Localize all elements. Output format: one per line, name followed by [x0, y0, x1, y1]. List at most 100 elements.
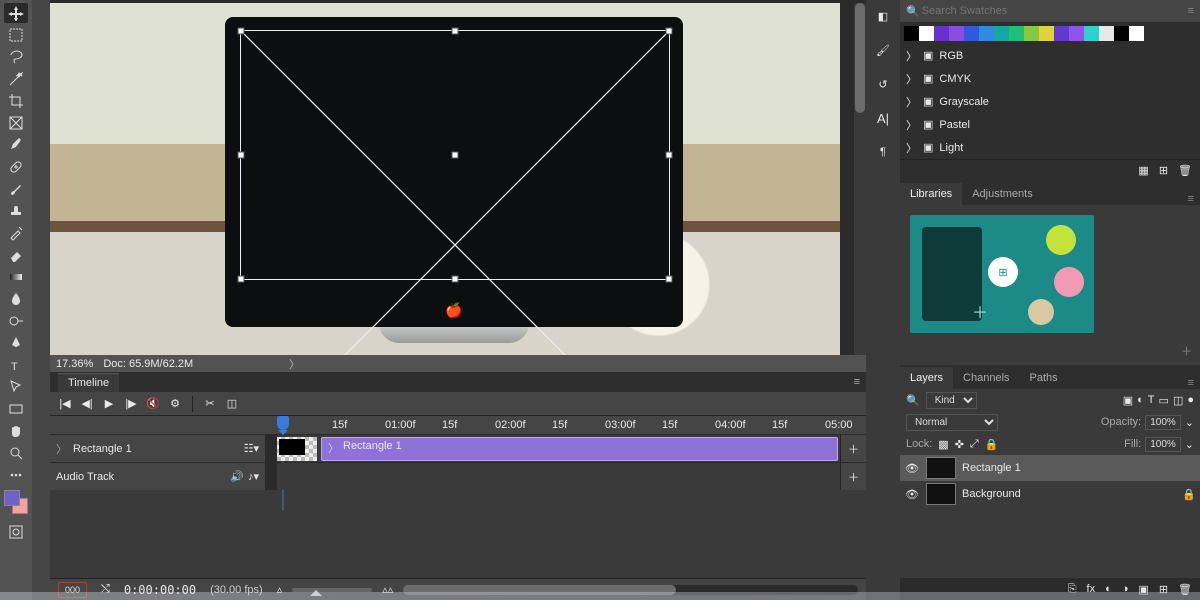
- swatch-chip[interactable]: [919, 26, 934, 41]
- tab-layers[interactable]: Layers: [900, 367, 953, 389]
- visibility-toggle[interactable]: 👁: [904, 462, 920, 475]
- swatch-chip[interactable]: [994, 26, 1009, 41]
- swatch-chip[interactable]: [1039, 26, 1054, 41]
- doc-size[interactable]: Doc: 65.9M/62.2M: [103, 358, 193, 370]
- swatch-chip[interactable]: [1009, 26, 1024, 41]
- layer-filter-kind[interactable]: Kind: [926, 392, 977, 409]
- more-tools[interactable]: [4, 465, 28, 485]
- timeline-settings-button[interactable]: ⚙: [166, 395, 184, 413]
- transform-handle[interactable]: [238, 276, 245, 283]
- color-wells[interactable]: [4, 490, 28, 514]
- canvas-vertical-scrollbar[interactable]: [854, 3, 866, 355]
- pen-tool[interactable]: [4, 333, 28, 353]
- add-video-track-button[interactable]: ＋: [840, 435, 866, 462]
- tab-channels[interactable]: Channels: [953, 367, 1019, 389]
- swatch-chip[interactable]: [979, 26, 994, 41]
- tab-adjustments[interactable]: Adjustments: [962, 183, 1043, 205]
- swatch-chip[interactable]: [904, 26, 919, 41]
- wand-tool[interactable]: [4, 69, 28, 89]
- video-track-header[interactable]: 〉 Rectangle 1 ☷▾: [50, 435, 265, 462]
- libraries-thumbnail[interactable]: ⊞ ＋: [910, 215, 1094, 333]
- swatch-folder-item[interactable]: 〉▣RGB: [900, 44, 1200, 67]
- tab-libraries[interactable]: Libraries: [900, 183, 962, 205]
- eraser-tool[interactable]: [4, 245, 28, 265]
- swatch-chip[interactable]: [1099, 26, 1114, 41]
- timeline-tab[interactable]: Timeline: [58, 373, 119, 392]
- brushes-panel-icon[interactable]: 🖌: [873, 40, 893, 60]
- add-audio-track-button[interactable]: ＋: [840, 463, 866, 490]
- dodge-tool[interactable]: [4, 311, 28, 331]
- crop-tool[interactable]: [4, 91, 28, 111]
- opacity-value[interactable]: 100%: [1145, 415, 1181, 430]
- add-to-library-icon[interactable]: ＋: [900, 343, 1200, 359]
- type-tool[interactable]: T: [4, 355, 28, 375]
- swatch-chip[interactable]: [1054, 26, 1069, 41]
- zoom-tool[interactable]: [4, 443, 28, 463]
- audio-track-header[interactable]: Audio Track 🔊 ♪▾: [50, 463, 265, 490]
- rectangle-tool[interactable]: [4, 399, 28, 419]
- fill-value[interactable]: 100%: [1145, 437, 1181, 452]
- foreground-color-well[interactable]: [4, 490, 20, 506]
- eyedropper-tool[interactable]: [4, 135, 28, 155]
- lock-artboard-icon[interactable]: ⤢: [970, 438, 979, 451]
- lasso-tool[interactable]: [4, 47, 28, 67]
- prev-frame-button[interactable]: ◀|: [78, 395, 96, 413]
- swatch-chip[interactable]: [1114, 26, 1129, 41]
- filter-shape-icon[interactable]: ▭: [1159, 394, 1169, 407]
- swatch-chip[interactable]: [1069, 26, 1084, 41]
- video-track-lane[interactable]: 〉 Rectangle 1: [277, 435, 840, 462]
- transform-handle[interactable]: [238, 28, 245, 35]
- folder-icon[interactable]: ▦: [1138, 164, 1148, 177]
- panel-menu-icon[interactable]: ≡: [1182, 193, 1200, 205]
- filter-toggle-icon[interactable]: ●: [1187, 394, 1194, 406]
- layer-row[interactable]: 👁Background🔒: [900, 481, 1200, 507]
- swatch-folder-item[interactable]: 〉▣Light: [900, 136, 1200, 159]
- swatch-folder-item[interactable]: 〉▣Grayscale: [900, 90, 1200, 113]
- stamp-tool[interactable]: [4, 201, 28, 221]
- swatch-chip[interactable]: [1084, 26, 1099, 41]
- tab-paths[interactable]: Paths: [1020, 367, 1068, 389]
- lock-position-icon[interactable]: ✜: [955, 438, 964, 451]
- next-frame-button[interactable]: |▶: [122, 395, 140, 413]
- history-panel-icon[interactable]: ↺: [873, 74, 893, 94]
- transform-handle[interactable]: [452, 152, 459, 159]
- filter-smart-icon[interactable]: ◫: [1173, 394, 1183, 407]
- audio-track-lane[interactable]: [277, 463, 840, 490]
- visibility-toggle[interactable]: 👁: [904, 488, 920, 501]
- chevron-down-icon[interactable]: ⌄: [1185, 438, 1194, 451]
- color-panel-icon[interactable]: ◧: [873, 6, 893, 26]
- swatch-folder-item[interactable]: 〉▣CMYK: [900, 67, 1200, 90]
- path-select-tool[interactable]: [4, 377, 28, 397]
- swatches-search-input[interactable]: [920, 4, 1188, 18]
- swatch-chip[interactable]: [949, 26, 964, 41]
- swatch-chip[interactable]: [1129, 26, 1144, 41]
- transform-handle[interactable]: [666, 276, 673, 283]
- timeline-ruler[interactable]: 15f 01:00f 15f 02:00f 15f 03:00f 15f 04:…: [50, 416, 866, 434]
- blend-mode-select[interactable]: Normal: [906, 414, 998, 431]
- gradient-tool[interactable]: [4, 267, 28, 287]
- status-disclosure-icon[interactable]: 〉: [289, 356, 300, 372]
- zoom-level[interactable]: 17.36%: [56, 358, 93, 370]
- document-canvas[interactable]: 🍎: [50, 0, 866, 355]
- swatch-chip[interactable]: [934, 26, 949, 41]
- marquee-tool[interactable]: [4, 25, 28, 45]
- filter-image-icon[interactable]: ▣: [1123, 394, 1133, 407]
- transition-button[interactable]: ◫: [223, 395, 241, 413]
- panel-menu-icon[interactable]: ≡: [854, 376, 860, 388]
- mute-button[interactable]: 🔇: [144, 395, 162, 413]
- filter-adjust-icon[interactable]: ◐: [1137, 394, 1144, 406]
- healing-tool[interactable]: [4, 157, 28, 177]
- play-button[interactable]: ▶: [100, 395, 118, 413]
- panel-menu-icon[interactable]: ≡: [1182, 377, 1200, 389]
- history-brush-tool[interactable]: [4, 223, 28, 243]
- frame-tool[interactable]: [4, 113, 28, 133]
- swatch-chip[interactable]: [964, 26, 979, 41]
- audio-options-icon[interactable]: ♪▾: [248, 470, 259, 483]
- filter-type-icon[interactable]: T: [1148, 394, 1155, 406]
- clip-disclosure-icon[interactable]: 〉: [328, 440, 339, 456]
- lock-all-icon[interactable]: 🔒: [985, 438, 999, 451]
- new-swatch-icon[interactable]: ⊞: [1159, 164, 1168, 177]
- transform-handle[interactable]: [452, 28, 459, 35]
- transform-handle[interactable]: [238, 152, 245, 159]
- timeline-zoom-slider[interactable]: [292, 588, 372, 592]
